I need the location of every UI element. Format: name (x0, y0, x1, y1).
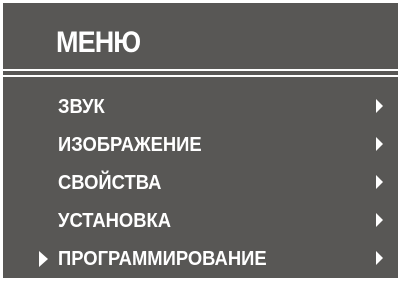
chevron-right-icon (376, 137, 383, 151)
menu-item-label: ЗВУК (58, 96, 105, 118)
menu-item-label: ИЗОБРАЖЕНИЕ (58, 134, 202, 156)
title-divider-top (3, 69, 398, 71)
menu-item-sound[interactable]: ЗВУК (3, 89, 398, 127)
title-divider-bottom (3, 75, 398, 77)
menu-item-programming[interactable]: ПРОГРАММИРОВАНИЕ (3, 241, 398, 279)
menu-list: ЗВУК ИЗОБРАЖЕНИЕ СВОЙСТВА УСТАНОВКА ПРОГ… (3, 89, 398, 279)
menu-item-setup[interactable]: УСТАНОВКА (3, 203, 398, 241)
menu-item-label: СВОЙСТВА (58, 172, 162, 194)
menu-item-label: УСТАНОВКА (58, 210, 172, 232)
chevron-right-icon (376, 213, 383, 227)
menu-title: МЕНЮ (56, 26, 141, 59)
osd-menu-panel: МЕНЮ ЗВУК ИЗОБРАЖЕНИЕ СВОЙСТВА УСТАНОВКА… (3, 3, 398, 278)
chevron-right-icon (376, 175, 383, 189)
menu-item-label: ПРОГРАММИРОВАНИЕ (58, 248, 267, 270)
selection-cursor-icon (39, 251, 48, 267)
menu-item-features[interactable]: СВОЙСТВА (3, 165, 398, 203)
chevron-right-icon (376, 251, 383, 265)
chevron-right-icon (376, 99, 383, 113)
menu-item-picture[interactable]: ИЗОБРАЖЕНИЕ (3, 127, 398, 165)
